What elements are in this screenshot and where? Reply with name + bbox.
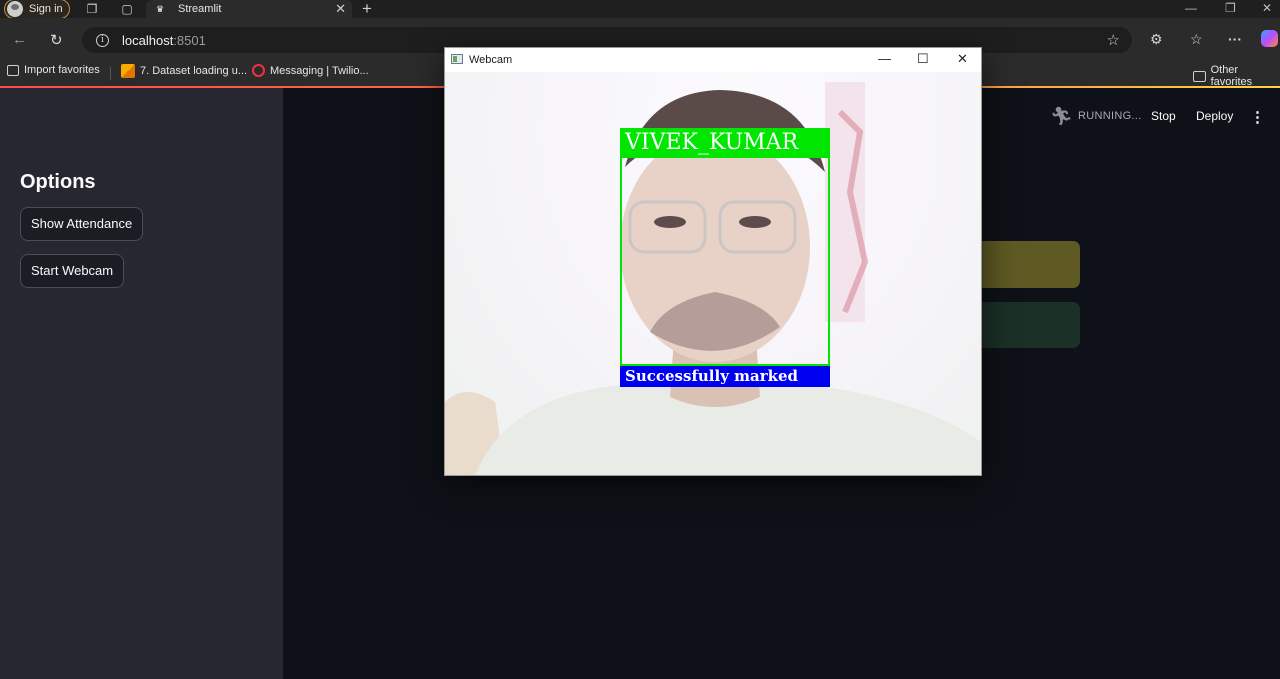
favorites-icon[interactable]: ☆ (1190, 31, 1203, 48)
bookmark-label: 7. Dataset loading u... (140, 65, 248, 77)
attendance-status-label: Successfully marked (620, 366, 830, 387)
extensions-icon[interactable]: ⚙ (1150, 31, 1163, 48)
tab-title: Streamlit (178, 3, 222, 15)
opencv-window-icon (451, 54, 463, 64)
collections-icon[interactable]: ❐ (85, 2, 99, 16)
sidebar-title: Options (20, 171, 96, 193)
url-port: :8501 (173, 32, 206, 48)
webcam-title-bar[interactable]: Webcam — ☐ ✕ (445, 48, 981, 72)
tab-actions-icon[interactable]: ▢ (120, 2, 134, 16)
restore-window-icon[interactable]: ❐ (1225, 1, 1236, 15)
bookmark-import-favorites[interactable]: Import favorites (7, 64, 100, 76)
back-icon[interactable]: ← (12, 31, 27, 48)
browser-tab-bar: Sign in ❐ ▢ ♛ Streamlit ✕ + — ❐ ✕ (0, 0, 1280, 19)
import-icon (7, 64, 19, 76)
main-menu-icon[interactable]: ⋮ (1250, 108, 1265, 126)
webcam-close-icon[interactable]: ✕ (957, 51, 968, 67)
twilio-icon (252, 64, 265, 77)
refresh-icon[interactable]: ↻ (50, 31, 63, 49)
bookmark-label: Messaging | Twilio... (270, 64, 369, 77)
bookmark-dataset-loading[interactable]: 7. Dataset loading u... (121, 64, 247, 78)
folder-icon (1193, 70, 1206, 82)
more-options-icon[interactable]: ··· (1228, 31, 1242, 47)
other-favorites-folder[interactable]: Other favorites (1193, 64, 1280, 88)
copilot-icon[interactable] (1261, 30, 1278, 47)
close-window-icon[interactable]: ✕ (1262, 1, 1272, 15)
webcam-minimize-icon[interactable]: — (878, 51, 891, 66)
sign-in-button[interactable]: Sign in (4, 0, 70, 19)
running-man-icon: 🏃︎ (1050, 106, 1073, 126)
sidebar: Options Show Attendance Start Webcam (0, 88, 283, 679)
new-tab-icon[interactable]: + (362, 0, 372, 19)
webcam-video-frame: VIVEK_KUMAR Successfully marked (445, 72, 981, 475)
deploy-button[interactable]: Deploy (1196, 109, 1233, 123)
minimize-window-icon[interactable]: — (1185, 1, 1197, 15)
stop-button[interactable]: Stop (1151, 109, 1176, 123)
face-detection-box (620, 128, 830, 366)
bookmark-divider (110, 67, 111, 80)
bookmark-label: Import favorites (24, 64, 100, 76)
webcam-window-title: Webcam (469, 54, 513, 66)
other-favorites-label: Other favorites (1210, 64, 1253, 88)
show-attendance-button[interactable]: Show Attendance (20, 207, 144, 241)
colab-icon (121, 64, 135, 78)
favorite-star-icon[interactable]: ☆ (1107, 31, 1120, 49)
running-status: RUNNING... (1078, 110, 1142, 122)
webcam-window: Webcam — ☐ ✕ VIVEK_KUMAR Successfully ma… (444, 47, 982, 476)
url-host: localhost (122, 32, 174, 48)
webcam-maximize-icon[interactable]: ☐ (917, 51, 929, 67)
close-tab-icon[interactable]: ✕ (335, 1, 346, 17)
profile-avatar-icon (7, 1, 23, 17)
recognized-name-label: VIVEK_KUMAR (620, 128, 830, 158)
site-info-icon[interactable]: i (96, 33, 109, 47)
start-webcam-button[interactable]: Start Webcam (20, 254, 125, 288)
sign-in-label: Sign in (29, 3, 63, 15)
tab-streamlit[interactable]: ♛ Streamlit ✕ (146, 0, 352, 18)
streamlit-favicon-icon: ♛ (156, 4, 165, 14)
bookmark-twilio-messaging[interactable]: Messaging | Twilio... (252, 64, 369, 77)
